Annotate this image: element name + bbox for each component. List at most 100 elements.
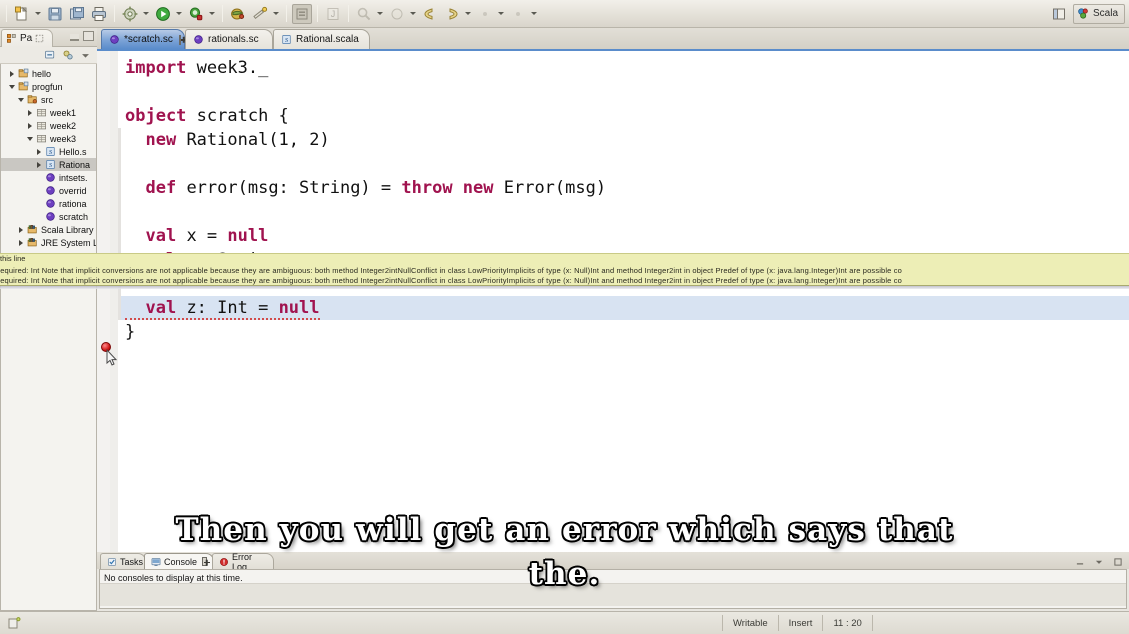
code-line[interactable] bbox=[118, 152, 1129, 176]
code-line[interactable]: object scratch { bbox=[118, 104, 1129, 128]
tree-item-hello-s[interactable]: S Hello.s bbox=[1, 145, 96, 158]
extra-button-1[interactable] bbox=[475, 4, 495, 24]
search-button[interactable] bbox=[354, 4, 374, 24]
console-tab-tasks[interactable]: Tasks bbox=[100, 553, 146, 569]
main-toolbar: J Scala bbox=[0, 0, 1129, 28]
maximize-button[interactable] bbox=[83, 31, 94, 41]
block-indent-guide bbox=[118, 200, 121, 224]
back-button[interactable] bbox=[420, 4, 440, 24]
source-code[interactable]: import week3._object scratch { new Ratio… bbox=[118, 51, 1129, 552]
package-explorer-tree[interactable]: hello progfun src week1 week2 week3 S Hello.s S R… bbox=[0, 64, 97, 611]
chevron-right-icon[interactable] bbox=[16, 236, 26, 249]
tree-item-progfun[interactable]: progfun bbox=[1, 80, 96, 93]
code-line[interactable] bbox=[118, 200, 1129, 224]
console-tab-icon bbox=[151, 557, 161, 567]
perspective-scala-button[interactable]: Scala bbox=[1072, 3, 1125, 24]
console-tab-console[interactable]: Console bbox=[144, 553, 214, 569]
code-line[interactable] bbox=[118, 80, 1129, 104]
collapse-all-button[interactable] bbox=[42, 48, 57, 63]
chevron-right-icon[interactable] bbox=[34, 158, 44, 171]
chevron-right-icon[interactable] bbox=[7, 67, 17, 80]
tree-item-rationa[interactable]: S Rationa bbox=[1, 158, 96, 171]
close-icon[interactable] bbox=[202, 557, 210, 566]
tree-item-hello[interactable]: hello bbox=[1, 67, 96, 80]
code-line-text: new Rational(1, 2) bbox=[125, 130, 329, 150]
editor-tab-rational.scala[interactable]: S Rational.scala bbox=[273, 29, 370, 49]
tree-item-intsets[interactable]: intsets. bbox=[1, 171, 96, 184]
chevron-right-icon[interactable] bbox=[25, 119, 35, 132]
code-keyword: null bbox=[227, 226, 269, 246]
tree-item-week2[interactable]: week2 bbox=[1, 119, 96, 132]
code-line[interactable]: val z: Int = null bbox=[118, 296, 1129, 320]
debug-button[interactable] bbox=[186, 4, 206, 24]
extra-dropdown-2[interactable] bbox=[529, 4, 538, 24]
new-file-button[interactable] bbox=[12, 4, 32, 24]
open-type-button[interactable] bbox=[387, 4, 407, 24]
chevron-down-icon[interactable] bbox=[25, 132, 35, 145]
extra-button-2[interactable] bbox=[508, 4, 528, 24]
new-class-button[interactable]: J bbox=[323, 4, 343, 24]
chevron-right-icon[interactable] bbox=[16, 223, 26, 236]
scala-perspective-icon bbox=[1078, 8, 1088, 19]
tree-item-scala-library[interactable]: Scala Library bbox=[1, 223, 96, 236]
folding-column[interactable] bbox=[110, 51, 118, 552]
view-menu-button[interactable] bbox=[78, 48, 93, 63]
tree-item-icon bbox=[44, 197, 57, 210]
toolbar-separator bbox=[317, 5, 318, 22]
link-with-editor-button[interactable] bbox=[60, 48, 75, 63]
console-tab-error-log[interactable]: Error Log bbox=[212, 552, 274, 572]
open-perspective-button[interactable] bbox=[1049, 4, 1070, 24]
save-button[interactable] bbox=[45, 4, 65, 24]
console-output-area[interactable] bbox=[100, 584, 1126, 606]
mouse-cursor-icon bbox=[106, 349, 118, 366]
package-icon bbox=[37, 122, 46, 130]
tab-package-explorer[interactable]: Pa bbox=[1, 29, 54, 47]
run-dropdown[interactable] bbox=[174, 4, 183, 24]
console-maximize-button[interactable] bbox=[1110, 554, 1125, 569]
quick-fix-dropdown[interactable] bbox=[271, 4, 280, 24]
run-button[interactable] bbox=[153, 4, 173, 24]
tree-item-rationa[interactable]: rationa bbox=[1, 197, 96, 210]
forward-button[interactable] bbox=[442, 4, 462, 24]
tree-item-week3[interactable]: week3 bbox=[1, 132, 96, 145]
minimize-button[interactable] bbox=[70, 34, 79, 41]
toggle-markers-button[interactable] bbox=[292, 3, 312, 24]
console-clear-button[interactable] bbox=[1072, 554, 1087, 569]
console-body[interactable]: No consoles to display at this time. bbox=[99, 569, 1127, 609]
chevron-right-icon[interactable] bbox=[25, 106, 35, 119]
chevron-right-icon[interactable] bbox=[34, 145, 44, 158]
editor-tab-rationals.sc[interactable]: rationals.sc bbox=[185, 29, 273, 49]
code-line[interactable]: def error(msg: String) = throw new Error… bbox=[118, 176, 1129, 200]
search-dropdown[interactable] bbox=[375, 4, 384, 24]
editor-tab-icon bbox=[109, 34, 120, 45]
code-line[interactable]: } bbox=[118, 320, 1129, 344]
tree-item-scratch[interactable]: scratch bbox=[1, 210, 96, 223]
tree-item-week1[interactable]: week1 bbox=[1, 106, 96, 119]
scala-console-button[interactable] bbox=[228, 4, 248, 24]
extra-dropdown-1[interactable] bbox=[496, 4, 505, 24]
code-line[interactable]: import week3._ bbox=[118, 56, 1129, 80]
toolbar-separator bbox=[348, 5, 349, 22]
tree-item-label: Scala Library bbox=[41, 224, 94, 235]
tree-item-overrid[interactable]: overrid bbox=[1, 184, 96, 197]
print-button[interactable] bbox=[89, 4, 109, 24]
editor-gutter[interactable] bbox=[97, 51, 118, 552]
code-line[interactable]: val x = null bbox=[118, 224, 1129, 248]
chevron-down-icon[interactable] bbox=[16, 93, 26, 106]
quick-fix-button[interactable] bbox=[250, 4, 270, 24]
tree-item-jre-system-li[interactable]: JRE System Li bbox=[1, 236, 96, 249]
editor-body[interactable]: import week3._object scratch { new Ratio… bbox=[97, 49, 1129, 552]
new-file-dropdown[interactable] bbox=[33, 4, 42, 24]
close-icon[interactable] bbox=[178, 34, 187, 45]
chevron-down-icon[interactable] bbox=[7, 80, 17, 93]
open-type-dropdown[interactable] bbox=[408, 4, 417, 24]
build-button[interactable] bbox=[120, 4, 140, 24]
console-menu-button[interactable] bbox=[1091, 554, 1106, 569]
save-all-button[interactable] bbox=[67, 4, 87, 24]
forward-dropdown[interactable] bbox=[463, 4, 472, 24]
debug-dropdown[interactable] bbox=[207, 4, 216, 24]
editor-tab-scratch.sc[interactable]: *scratch.sc bbox=[101, 29, 187, 49]
tree-item-src[interactable]: src bbox=[1, 93, 96, 106]
code-line[interactable]: new Rational(1, 2) bbox=[118, 128, 1129, 152]
build-dropdown[interactable] bbox=[141, 4, 150, 24]
